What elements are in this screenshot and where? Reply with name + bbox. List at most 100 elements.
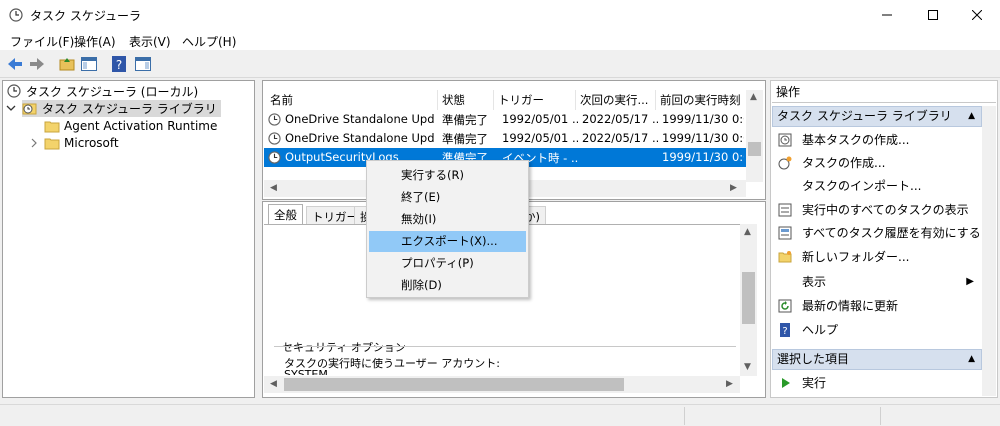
task-list-vertical-scrollbar[interactable]: ▲ <box>746 90 763 182</box>
show-hide-action-pane-icon[interactable] <box>134 55 152 73</box>
column-header-next-run[interactable]: 次回の実行... <box>576 90 656 110</box>
column-header-name[interactable]: 名前 <box>266 90 438 110</box>
menu-item-delete[interactable]: 削除(D) <box>369 275 526 296</box>
menu-item-export[interactable]: エクスポート(X)... <box>369 231 526 252</box>
tree-item-library[interactable]: タスク スケジューラ ライブラリ <box>6 99 221 117</box>
title-bar: タスク スケジューラ <box>0 0 1000 30</box>
action-help[interactable]: ? ヘルプ <box>772 319 978 341</box>
action-import-task[interactable]: タスクのインポート... <box>772 175 978 197</box>
tree-item-agent-activation-runtime[interactable]: Agent Activation Runtime <box>44 117 217 135</box>
tree-item-library-label: タスク スケジューラ ライブラリ <box>42 101 217 116</box>
cell-last-run: 1999/11/30 0:00 <box>662 112 744 126</box>
scroll-thumb[interactable] <box>742 272 755 324</box>
tree-root[interactable]: タスク スケジューラ (ローカル) <box>6 82 198 100</box>
submenu-arrow-icon: ▶ <box>966 276 974 287</box>
action-label: タスクの作成... <box>802 156 886 170</box>
scroll-down-icon[interactable]: ▼ <box>744 362 751 372</box>
folder-icon <box>44 138 60 150</box>
help-icon: ? <box>780 323 790 337</box>
back-arrow-icon[interactable] <box>6 55 24 73</box>
minimize-button[interactable] <box>864 0 910 30</box>
task-scheduler-window: タスク スケジューラ ファイル(F) 操作(A) 表示(V) ヘルプ(H) ? … <box>0 0 1000 426</box>
scroll-left-icon[interactable]: ◀ <box>270 183 277 193</box>
tree-item-library-selected: タスク スケジューラ ライブラリ <box>22 99 221 117</box>
chevron-down-icon[interactable] <box>6 103 16 113</box>
menu-item-properties[interactable]: プロパティ(P) <box>369 253 526 274</box>
menu-help[interactable]: ヘルプ(H) <box>182 33 236 50</box>
clock-icon <box>268 132 281 145</box>
chevron-right-icon[interactable] <box>30 138 38 148</box>
window-title: タスク スケジューラ <box>30 9 141 23</box>
actions-scrollbar[interactable] <box>982 106 996 396</box>
cell-trigger: 1992/05/01 ... <box>502 131 578 145</box>
action-label: 最新の情報に更新 <box>802 299 899 313</box>
cell-status: 準備完了 <box>442 132 488 146</box>
status-divider <box>880 407 881 425</box>
actions-section-library[interactable]: タスク スケジューラ ライブラリ ▲ <box>772 106 982 127</box>
create-task-icon <box>778 156 792 170</box>
table-row[interactable]: OneDrive Standalone Upda... 準備完了 1992/05… <box>264 110 752 129</box>
cell-last-run: 1999/11/30 0:00 <box>662 131 744 145</box>
maximize-button[interactable] <box>910 0 956 30</box>
menu-item-run[interactable]: 実行する(R) <box>369 165 526 186</box>
action-refresh[interactable]: 最新の情報に更新 <box>772 295 978 317</box>
action-label: 新しいフォルダー... <box>802 250 910 264</box>
detail-vertical-scrollbar[interactable]: ▲ ▼ <box>740 224 757 376</box>
status-bar <box>0 404 1000 426</box>
svg-text:?: ? <box>782 326 787 337</box>
scroll-up-icon[interactable]: ▲ <box>744 227 751 237</box>
running-tasks-icon <box>778 203 792 217</box>
run-icon <box>782 378 790 388</box>
collapse-up-icon[interactable]: ▲ <box>968 350 975 369</box>
column-header-status[interactable]: 状態 <box>438 90 494 110</box>
action-create-basic-task[interactable]: 基本タスクの作成... <box>772 129 978 151</box>
scroll-thumb[interactable] <box>284 378 624 391</box>
actions-section-selected-item[interactable]: 選択した項目 ▲ <box>772 349 982 370</box>
action-view[interactable]: 表示 ▶ <box>772 271 978 293</box>
actions-header: 操作 <box>776 85 801 99</box>
menu-item-disable[interactable]: 無効(I) <box>369 209 526 230</box>
column-header-trigger[interactable]: トリガー <box>494 90 576 110</box>
cell-trigger: 1992/05/01 ... <box>502 112 578 126</box>
clock-icon <box>268 113 281 126</box>
menu-view[interactable]: 表示(V) <box>129 33 171 50</box>
action-create-task[interactable]: タスクの作成... <box>772 152 978 174</box>
scroll-right-icon[interactable]: ▶ <box>726 379 733 389</box>
tab-general[interactable]: 全般 <box>268 204 303 225</box>
menu-bar: ファイル(F) 操作(A) 表示(V) ヘルプ(H) <box>0 30 1000 50</box>
action-new-folder[interactable]: 新しいフォルダー... <box>772 246 978 268</box>
menu-action[interactable]: 操作(A) <box>74 33 116 50</box>
action-label: 基本タスクの作成... <box>802 133 910 147</box>
action-enable-all-history[interactable]: すべてのタスク履歴を有効にする <box>772 222 981 244</box>
action-run[interactable]: 実行 <box>772 372 978 394</box>
run-as-account-value: SYSTEM <box>284 369 584 375</box>
folder-up-icon[interactable] <box>58 55 76 73</box>
table-row[interactable]: OneDrive Standalone Upda... 準備完了 1992/05… <box>264 129 752 148</box>
detail-horizontal-scrollbar[interactable]: ◀ ▶ <box>264 376 740 393</box>
menu-item-end[interactable]: 終了(E) <box>369 187 526 208</box>
folder-clock-icon <box>22 103 37 115</box>
history-icon <box>778 226 792 240</box>
menu-file[interactable]: ファイル(F) <box>10 33 74 50</box>
toolbar: ? <box>0 50 1000 78</box>
show-hide-console-tree-icon[interactable] <box>80 55 98 73</box>
section-title: 選択した項目 <box>777 352 850 366</box>
scroll-thumb[interactable] <box>748 142 761 156</box>
action-show-running-tasks[interactable]: 実行中のすべてのタスクの表示 <box>772 199 978 221</box>
close-button[interactable] <box>954 0 1000 30</box>
tree-item-microsoft[interactable]: Microsoft <box>30 134 119 152</box>
column-header-last-run[interactable]: 前回の実行時刻 <box>656 90 746 110</box>
refresh-icon <box>778 299 792 313</box>
forward-arrow-icon[interactable] <box>28 55 46 73</box>
context-menu: 実行する(R) 終了(E) 無効(I) エクスポート(X)... プロパティ(P… <box>366 160 529 298</box>
help-icon[interactable]: ? <box>110 55 128 73</box>
collapse-up-icon[interactable]: ▲ <box>968 107 975 126</box>
section-title: タスク スケジューラ ライブラリ <box>777 109 952 123</box>
scroll-right-icon[interactable]: ▶ <box>730 183 737 193</box>
tree-item-label: Microsoft <box>64 136 119 150</box>
actions-divider <box>772 102 996 103</box>
action-label: ヘルプ <box>802 323 839 337</box>
scroll-up-icon[interactable]: ▲ <box>750 92 757 102</box>
scroll-left-icon[interactable]: ◀ <box>270 379 277 389</box>
folder-icon <box>44 121 60 133</box>
